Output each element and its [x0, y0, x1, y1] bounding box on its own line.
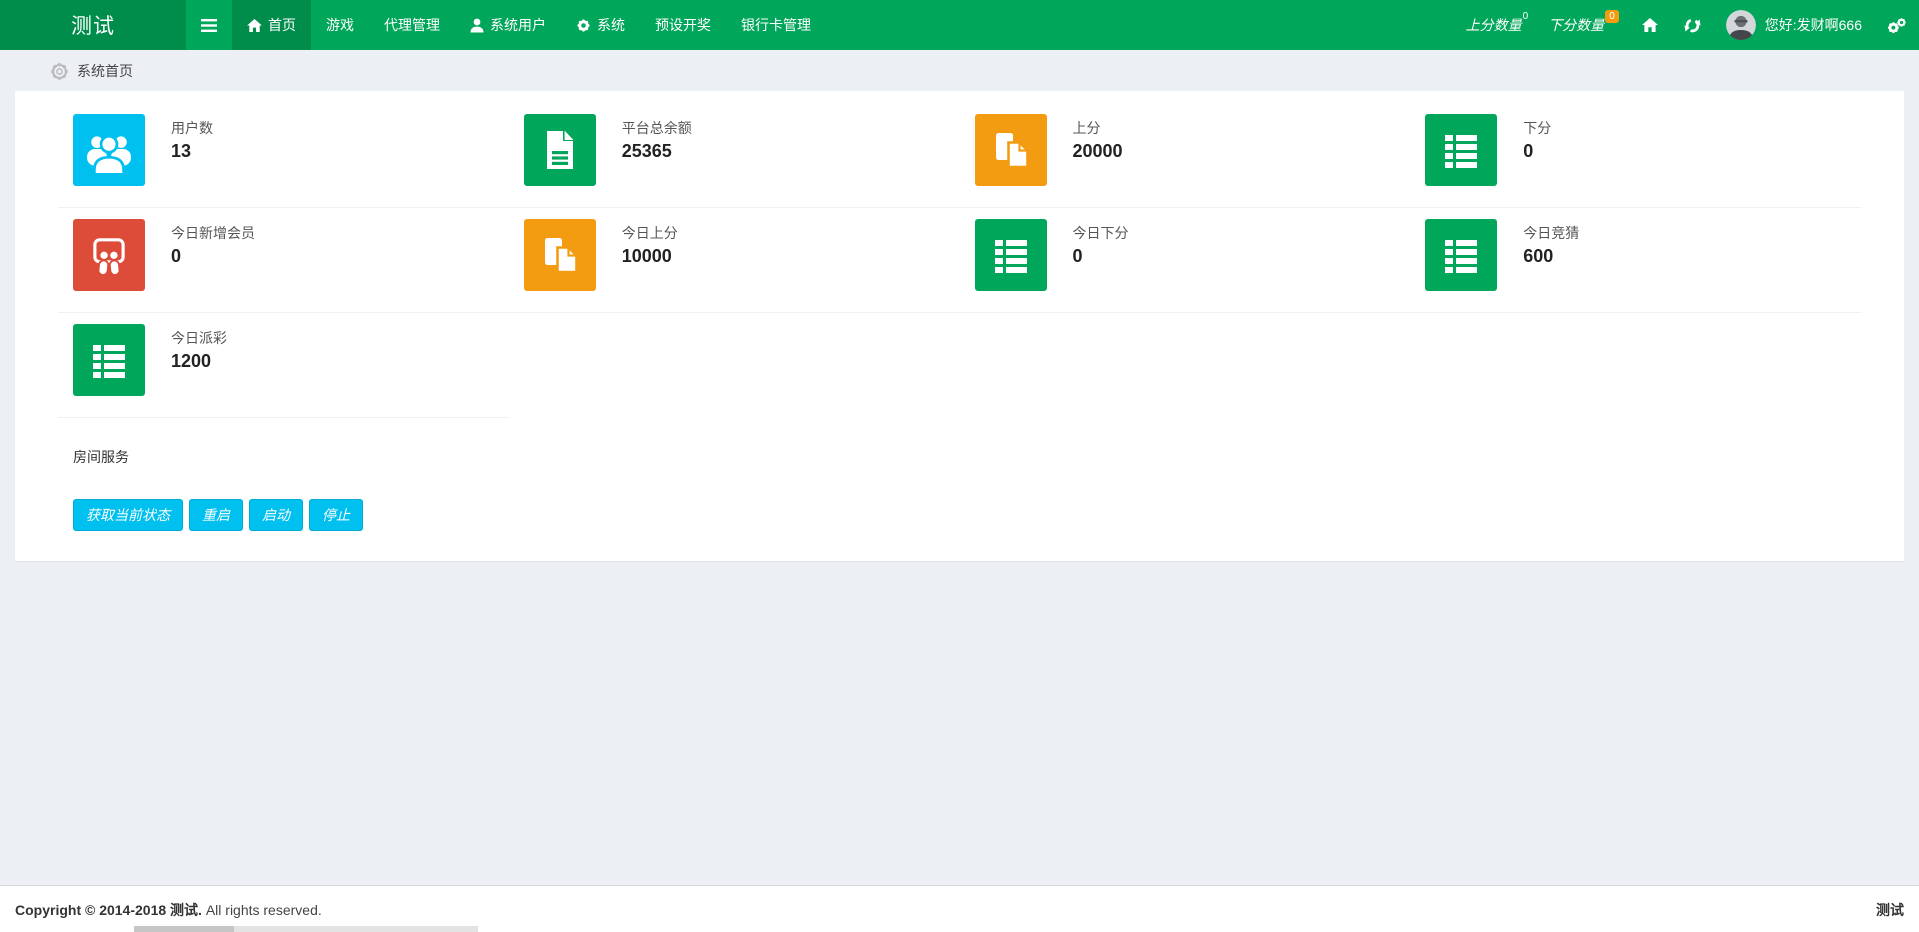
stat-value: 20000 — [1072, 141, 1123, 161]
score-up-badge: 0 — [1522, 10, 1529, 22]
dashboard-gear-icon — [51, 62, 68, 80]
nav-item-label: 游戏 — [326, 17, 354, 33]
stat-value: 600 — [1523, 246, 1554, 266]
cogs-icon — [1887, 17, 1906, 33]
hamburger-icon — [201, 18, 217, 32]
nav-item-system-users[interactable]: 系统用户 — [455, 0, 561, 50]
stat-label: 今日竞猜 — [1523, 225, 1580, 241]
copy-icon — [523, 219, 596, 291]
stat-card-today-score-down: 今日下分 0 — [959, 219, 1411, 313]
start-button[interactable]: 启动 — [249, 499, 303, 531]
sidebar-toggle-button[interactable] — [186, 0, 232, 50]
footer-right-text: 测试 — [1876, 902, 1904, 918]
score-down-label: 下分数量 — [1548, 17, 1605, 33]
stat-card-new-members: 今日新增会员 0 — [58, 219, 509, 313]
slideshare-icon — [73, 219, 145, 291]
stat-card-today-bets: 今日竞猜 600 — [1410, 219, 1861, 313]
get-status-button[interactable]: 获取当前状态 — [73, 499, 183, 531]
footer: Copyright © 2014-2018 测试. All rights res… — [0, 885, 1919, 932]
file-text-icon — [523, 114, 596, 186]
user-avatar — [1725, 10, 1756, 40]
stat-value: 0 — [1072, 246, 1083, 266]
home-icon — [247, 18, 262, 32]
breadcrumb: 系统首页 — [0, 50, 1919, 91]
stat-value: 25365 — [621, 141, 672, 161]
nav-item-preset-draw[interactable]: 预设开奖 — [640, 0, 726, 50]
navbar-right: 上分数量 0 下分数量 0 您好:发财啊666 — [1456, 0, 1919, 50]
stat-card-score-up: 上分 20000 — [959, 114, 1411, 208]
refresh-button[interactable] — [1671, 0, 1714, 50]
nav-item-label: 代理管理 — [384, 17, 440, 33]
copy-icon — [974, 114, 1047, 186]
copyright-text: Copyright © 2014-2018 测试. All rights res… — [15, 900, 322, 918]
stat-card-today-payout: 今日派彩 1200 — [58, 324, 509, 418]
main-menu: 首页 游戏 代理管理 系统用户 系统 预设开奖 银行卡管理 — [232, 0, 826, 50]
stat-label: 今日派彩 — [171, 330, 227, 346]
user-menu[interactable]: 您好:发财啊666 — [1714, 0, 1874, 50]
nav-item-label: 首页 — [268, 17, 296, 33]
stat-card-platform-balance: 平台总余额 25365 — [508, 114, 960, 208]
restart-button[interactable]: 重启 — [189, 499, 243, 531]
stat-label: 今日新增会员 — [171, 225, 255, 241]
score-up-label: 上分数量 — [1465, 17, 1522, 33]
settings-button[interactable] — [1874, 0, 1919, 50]
users-icon — [73, 114, 145, 186]
stat-label: 用户数 — [171, 120, 213, 136]
stat-label: 今日下分 — [1072, 225, 1129, 241]
home-button[interactable] — [1629, 0, 1671, 50]
stat-card-today-score-up: 今日上分 10000 — [508, 219, 960, 313]
nav-item-games[interactable]: 游戏 — [311, 0, 369, 50]
stop-button[interactable]: 停止 — [309, 499, 363, 531]
nav-item-label: 预设开奖 — [655, 17, 711, 33]
stat-label: 今日上分 — [621, 225, 678, 241]
user-icon — [470, 18, 484, 32]
nav-item-agent-management[interactable]: 代理管理 — [369, 0, 455, 50]
list-icon — [1425, 219, 1498, 291]
list-icon — [1425, 114, 1498, 186]
breadcrumb-label[interactable]: 系统首页 — [77, 61, 133, 81]
score-up-item[interactable]: 上分数量 0 — [1456, 0, 1539, 50]
screenshot-edge-artifact — [134, 926, 478, 932]
nav-item-system[interactable]: 系统 — [561, 0, 640, 50]
stat-value: 0 — [1523, 141, 1534, 161]
room-service-title: 房间服务 — [73, 449, 129, 465]
main-panel: 用户数 13 平台总余额 25365 上分 20000 下分 0 今日新增会员 … — [15, 91, 1904, 561]
stat-label: 下分 — [1523, 120, 1552, 136]
stat-card-score-down: 下分 0 — [1410, 114, 1861, 208]
copyright-bold: Copyright © 2014-2018 测试. — [15, 902, 202, 918]
gear-icon — [577, 18, 590, 32]
stat-value: 10000 — [621, 246, 672, 266]
nav-item-label: 银行卡管理 — [741, 17, 811, 33]
navbar: 测试 首页 游戏 代理管理 系统用户 系统 预设开奖 银行卡管理 上分数量 0 … — [0, 0, 1919, 50]
copyright-rest: All rights reserved. — [201, 902, 322, 918]
stat-card-users: 用户数 13 — [58, 114, 509, 208]
list-icon — [73, 324, 145, 396]
stat-value: 0 — [171, 246, 182, 266]
nav-item-home[interactable]: 首页 — [232, 0, 311, 50]
nav-item-bank-cards[interactable]: 银行卡管理 — [726, 0, 826, 50]
list-icon — [974, 219, 1047, 291]
home-icon — [1641, 18, 1658, 32]
room-service-buttons: 获取当前状态 重启 启动 停止 — [58, 499, 1861, 531]
stat-value: 13 — [171, 141, 192, 161]
stat-value: 1200 — [171, 351, 212, 371]
user-greeting: 您好:发财啊666 — [1764, 17, 1862, 33]
stats-grid: 用户数 13 平台总余额 25365 上分 20000 下分 0 今日新增会员 … — [58, 114, 1861, 429]
refresh-icon — [1684, 18, 1701, 32]
nav-item-label: 系统用户 — [490, 17, 546, 33]
score-down-badge: 0 — [1605, 9, 1619, 23]
stat-label: 平台总余额 — [621, 120, 692, 136]
nav-item-label: 系统 — [597, 17, 625, 33]
brand-logo[interactable]: 测试 — [0, 0, 186, 50]
stat-label: 上分 — [1072, 120, 1101, 136]
score-down-item[interactable]: 下分数量 0 — [1538, 0, 1629, 50]
